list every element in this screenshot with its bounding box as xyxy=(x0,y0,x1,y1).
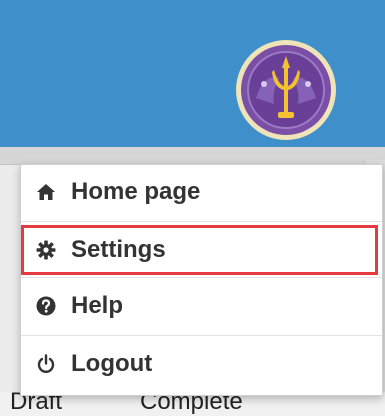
menu-item-label: Settings xyxy=(71,236,166,263)
gear-icon xyxy=(35,239,57,261)
power-icon xyxy=(35,353,57,375)
menu-divider xyxy=(21,277,382,278)
menu-item-label: Help xyxy=(71,292,124,319)
menu-item-home-page[interactable]: Home page xyxy=(21,165,382,219)
question-circle-icon xyxy=(35,295,57,317)
menu-divider xyxy=(21,221,382,222)
menu-item-settings[interactable]: Settings xyxy=(21,223,382,277)
toolbar-strip xyxy=(0,147,385,165)
home-icon xyxy=(35,181,57,203)
top-header-bar xyxy=(0,0,385,147)
university-seal-icon[interactable] xyxy=(234,38,338,142)
menu-item-label: Logout xyxy=(71,350,153,377)
menu-item-help[interactable]: Help xyxy=(21,279,382,333)
menu-item-logout[interactable]: Logout xyxy=(21,337,382,391)
user-dropdown-menu: Home page Settings Help Logout xyxy=(20,164,383,396)
menu-divider xyxy=(21,335,382,336)
menu-item-label: Home page xyxy=(71,178,201,205)
